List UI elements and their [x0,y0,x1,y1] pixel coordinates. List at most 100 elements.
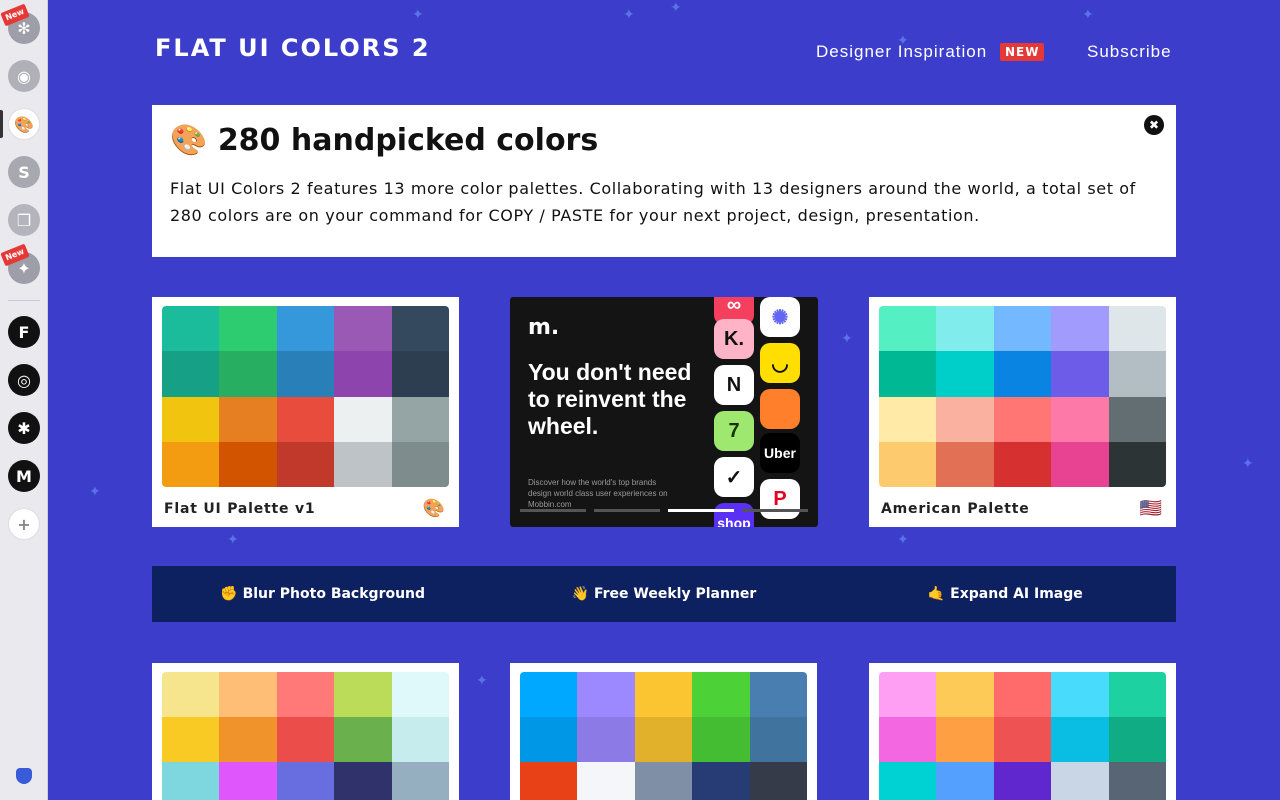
blur-photo-background-link[interactable]: ✊ Blur Photo Background [152,586,493,602]
dock-app-mobbin-icon[interactable]: M [8,460,40,492]
color-swatch[interactable] [334,762,392,800]
color-swatch[interactable] [936,672,994,717]
color-swatch[interactable] [577,717,635,762]
palette-card[interactable] [152,663,459,800]
close-icon[interactable]: ✖ [1144,115,1164,135]
color-swatch[interactable] [879,762,937,800]
dock-app-creative-cloud-icon[interactable]: ◎ [8,364,40,396]
color-swatch[interactable] [1051,441,1109,487]
color-swatch[interactable] [1108,762,1166,800]
color-swatch[interactable] [1108,351,1166,397]
dock-app-bug-icon[interactable]: ✱ [8,412,40,444]
color-swatch[interactable] [276,396,335,442]
free-weekly-planner-link[interactable]: 👋 Free Weekly Planner [493,586,834,602]
color-swatch[interactable] [276,351,335,397]
color-swatch[interactable] [879,717,937,762]
color-swatch[interactable] [334,306,392,352]
color-swatch[interactable] [219,396,277,442]
color-swatch[interactable] [391,441,449,487]
color-swatch[interactable] [1108,672,1166,717]
color-swatch[interactable] [634,672,693,717]
color-swatch[interactable] [993,717,1052,762]
color-swatch[interactable] [993,351,1052,397]
color-swatch[interactable] [334,396,392,442]
dock-app-shield-icon[interactable]: ◉ [8,60,40,92]
color-swatch[interactable] [1051,717,1109,762]
color-swatch[interactable] [749,717,807,762]
color-swatch[interactable] [162,306,220,352]
color-swatch[interactable] [276,672,335,717]
color-swatch[interactable] [520,672,578,717]
color-swatch[interactable] [993,762,1052,800]
color-swatch[interactable] [577,672,635,717]
color-swatch[interactable] [219,672,277,717]
color-swatch[interactable] [749,672,807,717]
color-swatch[interactable] [879,672,937,717]
color-swatch[interactable] [577,762,635,800]
subscribe-link[interactable]: Subscribe [1087,42,1172,62]
color-swatch[interactable] [391,717,449,762]
color-swatch[interactable] [1051,672,1109,717]
color-swatch[interactable] [276,762,335,800]
color-swatch[interactable] [692,717,750,762]
site-title[interactable]: FLAT UI COLORS 2 [155,34,431,62]
color-swatch[interactable] [520,717,578,762]
color-swatch[interactable] [276,441,335,487]
color-swatch[interactable] [276,717,335,762]
color-swatch[interactable] [520,762,578,800]
color-swatch[interactable] [993,672,1052,717]
color-swatch[interactable] [1108,441,1166,487]
color-swatch[interactable] [1051,762,1109,800]
color-swatch[interactable] [692,762,750,800]
color-swatch[interactable] [162,672,220,717]
color-swatch[interactable] [692,672,750,717]
expand-ai-image-link[interactable]: 🤙 Expand AI Image [835,586,1176,602]
color-swatch[interactable] [936,396,994,442]
color-swatch[interactable] [936,306,994,352]
dock-app-pages-icon[interactable]: ❐ [8,204,40,236]
color-swatch[interactable] [879,351,937,397]
color-swatch[interactable] [334,672,392,717]
color-swatch[interactable] [334,351,392,397]
dock-app-framer-icon[interactable]: F [8,316,40,348]
color-swatch[interactable] [1108,717,1166,762]
color-swatch[interactable] [1051,396,1109,442]
color-swatch[interactable] [634,762,693,800]
color-swatch[interactable] [879,306,937,352]
palette-card[interactable] [510,663,817,800]
color-swatch[interactable] [162,762,220,800]
color-swatch[interactable] [334,717,392,762]
palette-card-american[interactable]: American Palette 🇺🇸 [869,297,1176,527]
color-swatch[interactable] [162,717,220,762]
color-swatch[interactable] [1051,351,1109,397]
color-swatch[interactable] [219,306,277,352]
color-swatch[interactable] [391,396,449,442]
color-swatch[interactable] [936,351,994,397]
mobbin-ad[interactable]: m. You don't need to reinvent the wheel.… [510,297,818,527]
shield-icon[interactable] [16,768,32,784]
color-swatch[interactable] [334,441,392,487]
color-swatch[interactable] [391,762,449,800]
color-swatch[interactable] [162,396,220,442]
dock-app-palette-icon[interactable]: 🎨 [8,108,40,140]
color-swatch[interactable] [749,762,807,800]
color-swatch[interactable] [391,672,449,717]
color-swatch[interactable] [936,717,994,762]
color-swatch[interactable] [993,396,1052,442]
color-swatch[interactable] [391,306,449,352]
color-swatch[interactable] [879,441,937,487]
color-swatch[interactable] [219,441,277,487]
color-swatch[interactable] [1108,306,1166,352]
palette-card-flat-ui-v1[interactable]: Flat UI Palette v1 🎨 [152,297,459,527]
color-swatch[interactable] [219,351,277,397]
dock-app-s-icon[interactable]: S [8,156,40,188]
color-swatch[interactable] [1108,396,1166,442]
color-swatch[interactable] [936,441,994,487]
color-swatch[interactable] [993,306,1052,352]
color-swatch[interactable] [162,441,220,487]
color-swatch[interactable] [162,351,220,397]
color-swatch[interactable] [879,396,937,442]
color-swatch[interactable] [993,441,1052,487]
palette-card[interactable] [869,663,1176,800]
color-swatch[interactable] [219,762,277,800]
